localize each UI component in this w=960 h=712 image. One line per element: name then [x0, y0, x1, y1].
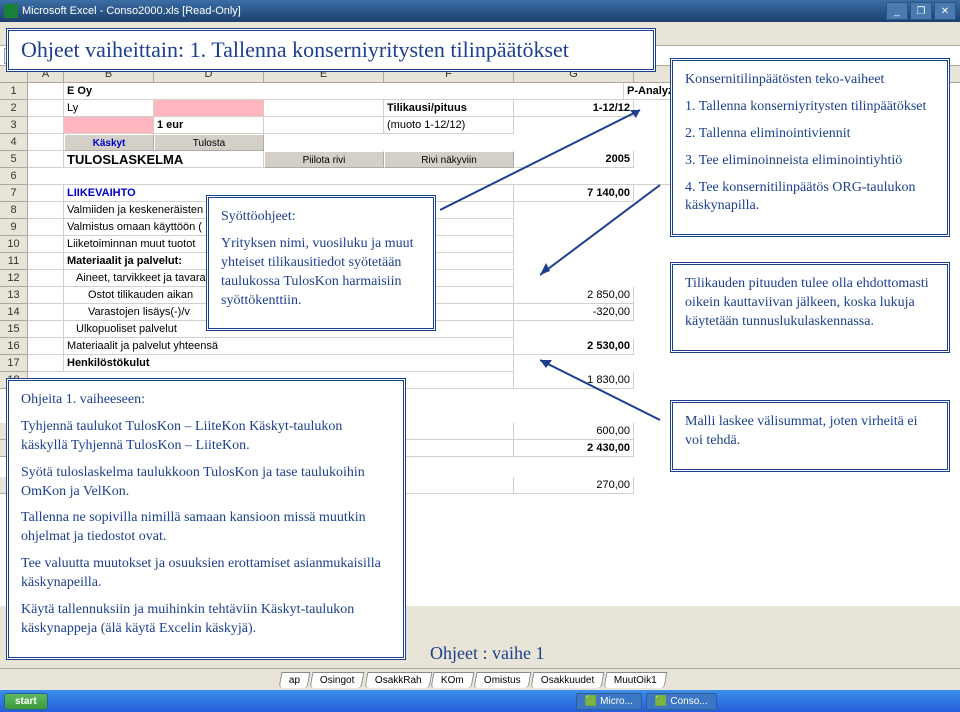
tulosta-button[interactable]: Tulosta — [154, 134, 264, 151]
annotation-period: Tilikauden pituuden tulee olla ehdottoma… — [670, 262, 950, 353]
tab[interactable]: ap — [279, 672, 311, 688]
annotation-steps: Konsernitilinpäätösten teko-vaiheet 1. T… — [670, 58, 950, 237]
sheet-tabs: ap Osingot OsakkRah KOm Omistus Osakkuud… — [0, 668, 960, 690]
annotation-sum: Malli laskee välisummat, joten virheitä … — [670, 400, 950, 472]
task-button[interactable]: 🟩 Micro... — [576, 693, 642, 710]
tab[interactable]: MuutOik1 — [604, 672, 668, 688]
footer-label: Ohjeet : vaihe 1 — [430, 643, 544, 664]
start-button[interactable]: start — [4, 693, 48, 710]
tab[interactable]: Osakkuudet — [530, 672, 604, 688]
annotation-input: Syöttöohjeet: Yrityksen nimi, vuosiluku … — [206, 195, 436, 331]
kaskyt-button[interactable]: Käskyt — [64, 134, 154, 151]
window-titlebar: Microsoft Excel - Conso2000.xls [Read-On… — [0, 0, 960, 22]
taskbar: start 🟩 Micro... 🟩 Conso... — [0, 690, 960, 712]
tab[interactable]: KOm — [431, 672, 475, 688]
excel-icon — [4, 4, 18, 18]
minimize-button[interactable]: _ — [886, 2, 908, 20]
annotation-title: Ohjeet vaiheittain: 1. Tallenna konserni… — [6, 28, 656, 72]
maximize-button[interactable]: ❐ — [910, 2, 932, 20]
close-button[interactable]: ✕ — [934, 2, 956, 20]
window-title: Microsoft Excel - Conso2000.xls [Read-On… — [22, 5, 886, 17]
piilota-button[interactable]: Piilota rivi — [264, 151, 384, 168]
task-button[interactable]: 🟩 Conso... — [646, 693, 717, 710]
annotation-phase1: Ohjeita 1. vaiheeseen: Tyhjennä taulukot… — [6, 378, 406, 660]
tab[interactable]: OsakkRah — [364, 672, 432, 688]
row-hdr[interactable]: 1 — [0, 83, 28, 100]
tab[interactable]: Omistus — [474, 672, 531, 688]
cell[interactable]: E Oy — [64, 83, 624, 100]
tab[interactable]: Osingot — [310, 672, 365, 688]
